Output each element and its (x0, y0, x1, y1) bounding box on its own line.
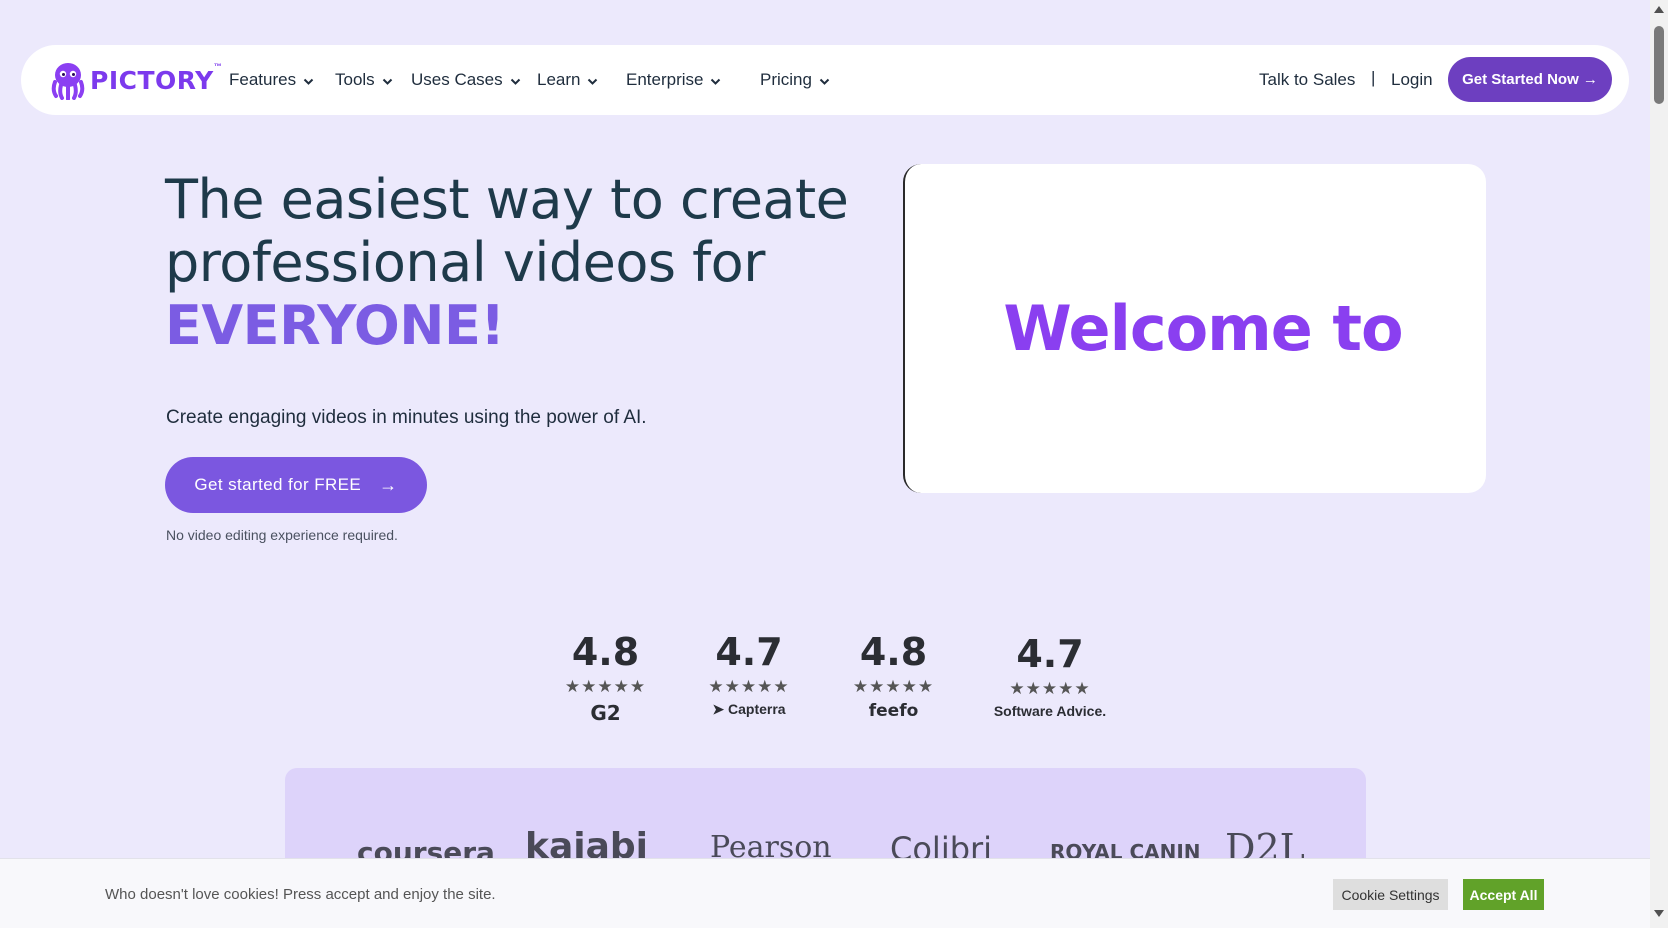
chevron-down-icon (303, 78, 314, 85)
video-caption: Welcome to (1003, 292, 1403, 365)
menu-item-label: Tools (335, 70, 375, 89)
menu-item-pricing[interactable]: Pricing (760, 70, 830, 90)
cookie-message: Who doesn't love cookies! Press accept a… (105, 886, 496, 903)
hero-title: The easiest way to create professional v… (165, 168, 865, 357)
cookie-consent-bar: Who doesn't love cookies! Press accept a… (0, 858, 1650, 928)
talk-to-sales-link[interactable]: Talk to Sales (1259, 70, 1355, 90)
chevron-down-icon (382, 78, 392, 85)
scroll-up-arrow-icon[interactable] (1654, 6, 1664, 13)
brand-name: PICTORY (90, 65, 214, 95)
rating-g2: 4.8 ★★★★★ G2 (563, 630, 648, 725)
feefo-logo: feefo (868, 701, 919, 721)
menu-item-label: Pricing (760, 70, 812, 89)
trademark-mark: ™ (213, 62, 222, 71)
g2-logo: G2 (590, 701, 621, 725)
hero-title-accent: EVERYONE! (165, 294, 505, 357)
star-rating-icon: ★★★★★ (1009, 679, 1091, 698)
cta-label: Get started for FREE (194, 475, 362, 494)
menu-item-label: Features (229, 70, 297, 89)
menu-item-label: Enterprise (626, 70, 704, 89)
star-rating-icon: ★★★★★ (564, 677, 647, 696)
menu-item-label: Learn (537, 70, 581, 89)
rating-software-advice: 4.7 ★★★★★ Software Advice. (985, 632, 1115, 719)
rating-feefo: 4.8 ★★★★★ feefo (851, 630, 936, 721)
page: PICTORY ™ Features Tools Uses Cases Lear… (0, 0, 1650, 928)
scroll-down-arrow-icon[interactable] (1654, 910, 1664, 917)
chevron-down-icon (588, 78, 598, 85)
hero-note: No video editing experience required. (166, 527, 398, 543)
octopus-logo-icon (51, 63, 85, 100)
capterra-logo: ➤ Capterra (705, 701, 793, 718)
menu-item-label: Uses Cases (411, 70, 503, 89)
cookie-settings-button[interactable]: Cookie Settings (1333, 879, 1448, 910)
rating-value: 4.7 (715, 630, 783, 674)
hero-title-line-1: The easiest way to create (165, 168, 849, 231)
menu-item-learn[interactable]: Learn (537, 70, 598, 90)
rating-capterra: 4.7 ★★★★★ ➤ Capterra (705, 630, 793, 718)
login-link[interactable]: Login (1391, 70, 1433, 90)
hero-title-line-2: professional videos for (165, 231, 765, 294)
vertical-scrollbar[interactable] (1650, 0, 1668, 928)
chevron-down-icon (819, 78, 830, 85)
rating-value: 4.8 (859, 630, 928, 674)
menu-item-tools[interactable]: Tools (335, 70, 393, 90)
nav-separator: | (1371, 68, 1376, 87)
rating-value: 4.7 (1016, 632, 1084, 676)
top-nav: PICTORY ™ Features Tools Uses Cases Lear… (21, 45, 1629, 115)
star-rating-icon: ★★★★★ (708, 677, 790, 696)
get-started-now-button[interactable]: Get Started Now → (1448, 57, 1612, 102)
menu-item-enterprise[interactable]: Enterprise (626, 70, 721, 90)
scroll-thumb[interactable] (1654, 26, 1664, 104)
star-rating-icon: ★★★★★ (852, 677, 935, 696)
menu-item-features[interactable]: Features (229, 70, 314, 90)
capterra-name: Capterra (728, 701, 786, 717)
capterra-arrow-icon: ➤ (712, 701, 725, 717)
chevron-down-icon (510, 78, 520, 85)
arrow-right-icon: → (379, 474, 398, 495)
menu-item-use-cases[interactable]: Uses Cases (411, 70, 521, 90)
intro-video-panel[interactable]: Welcome to (903, 164, 1486, 493)
software-advice-logo: Software Advice. (993, 703, 1107, 719)
chevron-down-icon (711, 78, 721, 85)
get-started-free-button[interactable]: Get started for FREE → (165, 457, 427, 513)
rating-value: 4.8 (571, 630, 640, 674)
accept-all-button[interactable]: Accept All (1463, 879, 1544, 910)
pictory-logo[interactable]: PICTORY ™ (49, 60, 222, 100)
hero-subtitle: Create engaging videos in minutes using … (166, 407, 647, 428)
